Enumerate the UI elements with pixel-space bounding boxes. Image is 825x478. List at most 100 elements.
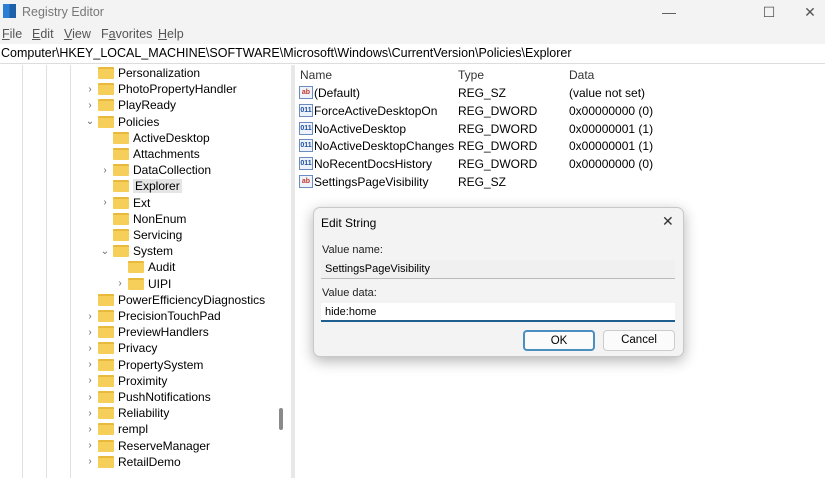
folder-icon — [113, 131, 129, 144]
value-name: ForceActiveDesktopOn — [314, 103, 438, 118]
tree-item[interactable]: Attachments — [100, 146, 200, 162]
chevron-right-icon[interactable]: › — [85, 100, 95, 111]
menu-1[interactable]: Edit — [32, 27, 54, 41]
column-header-data[interactable]: Data — [569, 68, 594, 82]
chevron-right-icon[interactable]: › — [85, 424, 95, 435]
tree-item[interactable]: Explorer — [100, 178, 182, 194]
tree-item[interactable]: Audit — [115, 259, 175, 275]
tree-item-label: NonEnum — [133, 211, 187, 226]
tree-item[interactable]: › RetailDemo — [85, 454, 180, 470]
chevron-right-icon[interactable]: › — [85, 311, 95, 322]
value-data-input[interactable]: hide:home — [321, 303, 675, 322]
tree-item[interactable]: NonEnum — [100, 211, 186, 227]
value-row[interactable]: 011 NoRecentDocsHistory REG_DWORD 0x0000000… — [295, 155, 825, 173]
value-name-label: Value name: — [322, 244, 383, 256]
menu-3[interactable]: Favorites — [101, 27, 152, 41]
tree-item[interactable]: › PhotoPropertyHandler — [85, 81, 236, 97]
tree-item[interactable]: › DataCollection — [100, 162, 211, 178]
chevron-right-icon[interactable]: › — [85, 408, 95, 419]
chevron-right-icon[interactable]: › — [100, 197, 110, 208]
tree-item[interactable]: › PreviewHandlers — [85, 324, 209, 340]
value-row[interactable]: ab (Default) REG_SZ (value not set) — [295, 84, 825, 102]
ok-button[interactable]: OK — [523, 330, 595, 351]
column-header-name[interactable]: Name — [300, 68, 332, 82]
tree-item[interactable]: › PropertySystem — [85, 357, 203, 373]
tree-item[interactable]: › Privacy — [85, 340, 157, 356]
dialog-close-button[interactable]: ✕ — [662, 213, 674, 230]
tree-item-label: Policies — [118, 114, 160, 129]
tree-item[interactable]: › rempl — [85, 421, 148, 437]
tree-item-label: PropertySystem — [118, 357, 204, 372]
chevron-down-icon[interactable]: ⌄ — [100, 246, 110, 257]
value-data: 0x00000000 (0) — [569, 103, 654, 118]
tree-item[interactable]: › Ext — [100, 195, 150, 211]
folder-icon — [98, 358, 114, 371]
folder-icon — [113, 148, 129, 160]
tree-item[interactable]: ⌄ Policies — [85, 114, 160, 130]
cancel-button[interactable]: Cancel — [603, 330, 675, 351]
tree-item[interactable]: › PushNotifications — [85, 389, 211, 405]
value-type: REG_SZ — [458, 86, 507, 100]
tree-item[interactable]: › Proximity — [85, 373, 167, 389]
value-row[interactable]: 011 NoActiveDesktopChanges REG_DWORD 0x0000… — [295, 137, 825, 155]
value-type: REG_DWORD — [458, 157, 538, 172]
close-button[interactable]: ✕ — [795, 2, 825, 22]
folder-icon — [98, 67, 114, 79]
binary-value-icon: 011 — [299, 103, 313, 117]
chevron-right-icon[interactable]: › — [115, 278, 125, 289]
menu-0[interactable]: File — [2, 27, 22, 41]
value-data: 0x00000001 (1) — [569, 121, 654, 136]
value-row[interactable]: 011 NoActiveDesktop REG_DWORD 0x00000001 (1… — [295, 120, 825, 138]
tree-item-label: Personalization — [118, 66, 201, 80]
tree-item-label: DataCollection — [133, 163, 212, 178]
tree-item-label: PreviewHandlers — [118, 325, 209, 340]
minimize-button[interactable]: — — [646, 2, 692, 22]
tree-item[interactable]: ⌄ System — [100, 243, 173, 259]
chevron-right-icon[interactable]: › — [100, 165, 110, 176]
tree-item[interactable]: ActiveDesktop — [100, 130, 210, 146]
column-header-type[interactable]: Type — [458, 68, 484, 82]
chevron-right-icon[interactable]: › — [85, 440, 95, 451]
tree-item[interactable]: › UIPI — [115, 276, 171, 292]
tree-scrollbar-thumb[interactable] — [279, 408, 283, 430]
value-name: (Default) — [314, 86, 361, 100]
folder-icon — [98, 293, 114, 306]
tree-item[interactable]: Servicing — [100, 227, 182, 243]
value-row[interactable]: 011 ForceActiveDesktopOn REG_DWORD 0x000000… — [295, 102, 825, 120]
chevron-right-icon[interactable]: › — [85, 375, 95, 386]
tree-guide — [70, 65, 71, 478]
tree-item-label: PushNotifications — [118, 390, 211, 404]
tree-item[interactable]: › Reliability — [85, 405, 169, 421]
chevron-right-icon[interactable]: › — [85, 327, 95, 338]
chevron-right-icon[interactable]: › — [85, 84, 95, 95]
registry-tree[interactable]: Personalization › PhotoPropertyHandler › Pla… — [0, 65, 290, 478]
value-row[interactable]: ab SettingsPageVisibility REG_SZ — [295, 173, 825, 191]
tree-item-label: ActiveDesktop — [133, 130, 210, 145]
tree-item[interactable]: PowerEfficiencyDiagnostics — [85, 292, 265, 308]
binary-value-icon: 011 — [299, 121, 313, 135]
tree-item[interactable]: › ReserveManager — [85, 438, 210, 454]
chevron-right-icon[interactable]: › — [85, 392, 95, 403]
maximize-button[interactable]: ☐ — [746, 2, 792, 22]
binary-value-icon: 011 — [299, 157, 313, 171]
address-bar[interactable]: Computer\HKEY_LOCAL_MACHINE\SOFTWARE\Mic… — [0, 44, 825, 64]
value-type: REG_DWORD — [458, 121, 538, 136]
chevron-right-icon[interactable]: › — [85, 456, 95, 467]
tree-item-label: Audit — [148, 260, 176, 275]
menu-4[interactable]: Help — [158, 27, 184, 41]
chevron-right-icon[interactable]: › — [85, 343, 95, 354]
tree-item-label: System — [133, 244, 174, 259]
folder-icon — [113, 229, 129, 241]
chevron-down-icon[interactable]: ⌄ — [85, 116, 95, 127]
tree-item[interactable]: › PlayReady — [85, 97, 176, 113]
tree-item[interactable]: › PrecisionTouchPad — [85, 308, 220, 324]
folder-icon — [98, 83, 114, 96]
chevron-right-icon[interactable]: › — [85, 359, 95, 370]
tree-item[interactable]: Personalization — [85, 65, 200, 81]
value-name: NoActiveDesktop — [314, 121, 407, 136]
menu-2[interactable]: View — [64, 27, 91, 41]
tree-item-label: Attachments — [133, 147, 200, 161]
tree-item-label: Privacy — [118, 341, 158, 356]
folder-icon — [98, 423, 114, 436]
folder-icon — [98, 310, 114, 322]
